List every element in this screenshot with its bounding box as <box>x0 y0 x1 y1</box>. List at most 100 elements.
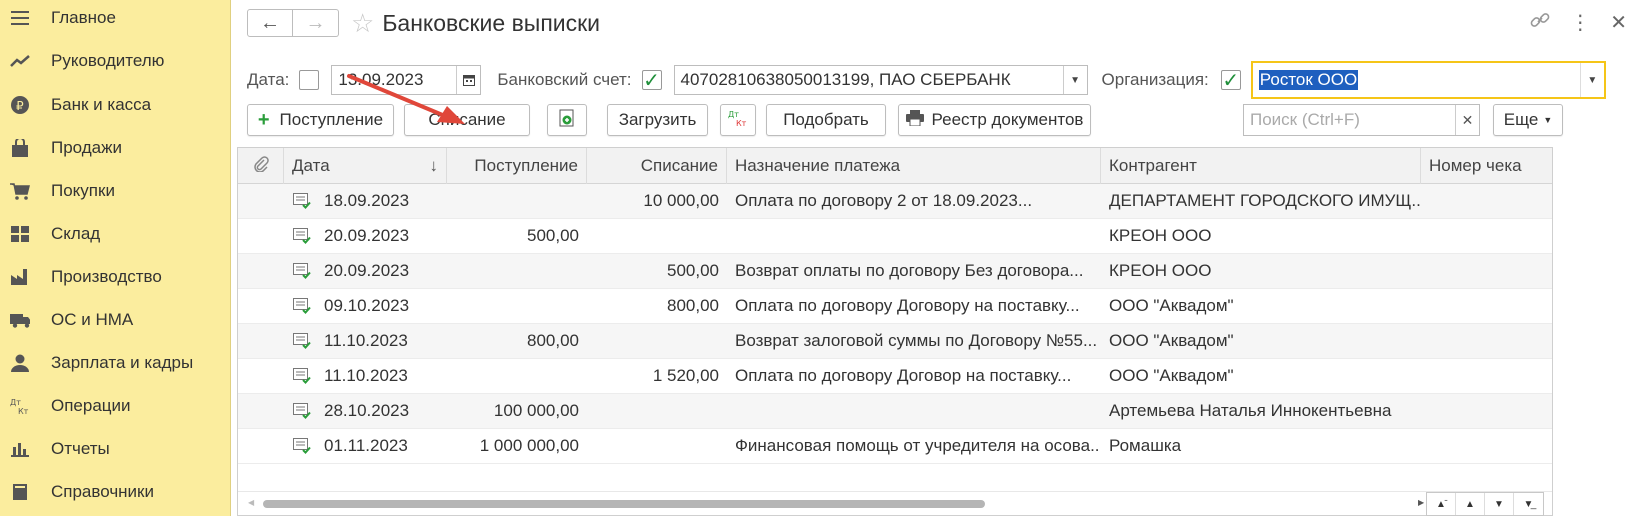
cell-income: 500,00 <box>527 226 579 245</box>
cell-contractor: ДЕПАРТАМЕНТ ГОРОДСКОГО ИМУЩ... <box>1109 191 1421 210</box>
main-panel: ← → ☆ Банковские выписки ⋮ ✕ Дата: 13.09… <box>231 0 1639 516</box>
table-row[interactable]: 28.10.2023 100 000,00 Артемьева Наталья Ин… <box>238 394 1552 429</box>
chevron-down-icon[interactable]: ▼ <box>1062 66 1087 94</box>
organization-field[interactable]: Росток ООО ▼ <box>1250 61 1606 99</box>
column-header-writeoff[interactable]: Списание <box>587 148 727 184</box>
table-header: Дата ↓ Поступление Списание Назначение п… <box>238 148 1552 184</box>
copy-document-button[interactable] <box>547 104 587 136</box>
go-down-icon[interactable]: ▼ <box>1485 493 1514 515</box>
cell-writeoff: 500,00 <box>667 261 719 280</box>
cell-purpose: Возврат залоговой суммы по Договору №55.… <box>735 331 1098 350</box>
table-row[interactable]: 11.10.2023 1 520,00 Оплата по договору Дог… <box>238 359 1552 394</box>
cell-purpose: Оплата по договору 2 от 18.09.2023... <box>735 191 1033 210</box>
more-button[interactable]: Еще ▼ <box>1493 104 1563 136</box>
calendar-icon[interactable] <box>456 66 480 94</box>
cell-income: 100 000,00 <box>493 401 579 420</box>
account-field[interactable]: 40702810638050013199, ПАО СБЕРБАНК ▼ <box>673 65 1088 95</box>
sidebar-item-label: Склад <box>51 224 101 243</box>
cell-date: 11.10.2023 <box>324 366 408 385</box>
add-income-button[interactable]: + Поступление <box>247 104 394 136</box>
organization-checkbox[interactable]: ✓ <box>1220 70 1241 92</box>
column-header-date[interactable]: Дата ↓ <box>284 148 447 184</box>
menu-icon <box>10 8 30 28</box>
svg-text:₽: ₽ <box>16 99 24 113</box>
table-row[interactable]: 20.09.2023 500,00 Возврат оплаты по догово… <box>238 254 1552 289</box>
add-writeoff-button[interactable]: Списание <box>404 104 530 136</box>
scroll-left-icon[interactable]: ◀ <box>248 498 254 507</box>
back-button[interactable]: ← <box>247 9 293 37</box>
sidebar-item-manager[interactable]: Руководителю <box>0 39 231 83</box>
sidebar-item-warehouse[interactable]: Склад <box>0 212 231 256</box>
scrollbar-thumb[interactable] <box>263 500 985 508</box>
sidebar-item-label: Банк и касса <box>51 95 152 114</box>
cell-check <box>1421 289 1552 323</box>
attachment-column-header[interactable] <box>238 148 284 184</box>
sidebar-item-label: Производство <box>51 267 162 286</box>
document-posted-icon <box>293 263 311 279</box>
more-vertical-icon[interactable]: ⋮ <box>1570 10 1590 36</box>
shopping-bag-icon <box>10 138 30 158</box>
cell-contractor: Ромашка <box>1109 436 1182 455</box>
load-button[interactable]: Загрузить <box>607 104 708 136</box>
account-checkbox[interactable]: ✓ <box>641 70 662 92</box>
column-header-income[interactable]: Поступление <box>447 148 587 184</box>
sidebar-item-references[interactable]: Справочники <box>0 470 231 514</box>
dt-kt-button[interactable]: Дт Кт <box>720 104 756 136</box>
cell-writeoff <box>587 394 727 428</box>
document-posted-icon <box>293 403 311 419</box>
column-header-label: Поступление <box>474 156 578 175</box>
search-input[interactable]: Поиск (Ctrl+F) ✕ <box>1243 104 1480 136</box>
table-row[interactable]: 11.10.2023 800,00 Возврат залоговой суммы … <box>238 324 1552 359</box>
link-icon[interactable] <box>1530 10 1550 36</box>
go-last-icon[interactable]: ▼̲ <box>1514 493 1543 515</box>
documents-registry-button[interactable]: Реестр документов <box>898 104 1091 136</box>
table-row[interactable]: 09.10.2023 800,00 Оплата по договору Догов… <box>238 289 1552 324</box>
column-header-purpose[interactable]: Назначение платежа <box>727 148 1101 184</box>
chevron-down-icon[interactable]: ▼ <box>1579 63 1604 97</box>
table-row[interactable]: 01.11.2023 1 000 000,00 Финансовая помощь … <box>238 429 1552 464</box>
sidebar-item-bank[interactable]: ₽ Банк и касса <box>0 83 231 127</box>
sidebar-item-sales[interactable]: Продажи <box>0 126 231 170</box>
pick-button[interactable]: Подобрать <box>766 104 886 136</box>
svg-text:Кт: Кт <box>18 407 29 415</box>
table-row[interactable]: 18.09.2023 10 000,00 Оплата по договору 2 … <box>238 184 1552 219</box>
close-icon[interactable]: ✕ <box>1610 10 1627 36</box>
cell-writeoff <box>587 429 727 463</box>
table-row[interactable]: 20.09.2023 500,00 КРЕОН ООО <box>238 219 1552 254</box>
sidebar-item-production[interactable]: Производство <box>0 255 231 299</box>
cell-purpose: Оплата по договору Договор на поставку..… <box>735 366 1072 385</box>
column-header-check-number[interactable]: Номер чека <box>1421 148 1552 184</box>
sidebar-item-label: Зарплата и кадры <box>51 353 194 372</box>
document-posted-icon <box>293 333 311 349</box>
cell-date: 20.09.2023 <box>324 261 410 280</box>
forward-button[interactable]: → <box>293 9 339 37</box>
sidebar-item-reports[interactable]: Отчеты <box>0 427 231 471</box>
go-first-icon[interactable]: ▲̄ <box>1427 493 1456 515</box>
sidebar-item-label: Операции <box>51 396 131 415</box>
clear-search-icon[interactable]: ✕ <box>1455 105 1479 135</box>
favorite-star-icon[interactable]: ☆ <box>351 8 374 39</box>
date-field[interactable]: 13.09.2023 <box>331 65 482 95</box>
date-checkbox[interactable] <box>299 70 320 90</box>
sidebar-item-label: Отчеты <box>51 439 110 458</box>
sidebar-item-operations[interactable]: Дт Кт Операции <box>0 384 231 428</box>
cell-check <box>1421 324 1552 358</box>
cell-writeoff: 1 520,00 <box>652 366 719 385</box>
sidebar-item-main[interactable]: Главное <box>0 0 231 40</box>
sidebar-item-label: Продажи <box>51 138 122 157</box>
cell-income: 800,00 <box>527 331 579 350</box>
arrow-right-icon: → <box>305 11 326 34</box>
sidebar-item-purchases[interactable]: Покупки <box>0 169 231 213</box>
sidebar-item-label: Руководителю <box>51 51 165 70</box>
sidebar-item-salary[interactable]: Зарплата и кадры <box>0 341 231 385</box>
column-header-contractor[interactable]: Контрагент <box>1101 148 1421 184</box>
horizontal-scrollbar[interactable]: ◀ ▶ <box>238 491 1552 515</box>
copy-document-icon <box>557 108 577 133</box>
scroll-right-icon[interactable]: ▶ <box>1418 498 1424 507</box>
sidebar-item-assets[interactable]: ОС и НМА <box>0 298 231 342</box>
go-up-icon[interactable]: ▲ <box>1456 493 1485 515</box>
bank-statements-table: Дата ↓ Поступление Списание Назначение п… <box>237 147 1553 516</box>
documents-registry-label: Реестр документов <box>931 110 1084 129</box>
title-row: ← → ☆ Банковские выписки <box>247 6 600 40</box>
sidebar: Главное Руководителю ₽ Банк и касса Прод… <box>0 0 231 516</box>
